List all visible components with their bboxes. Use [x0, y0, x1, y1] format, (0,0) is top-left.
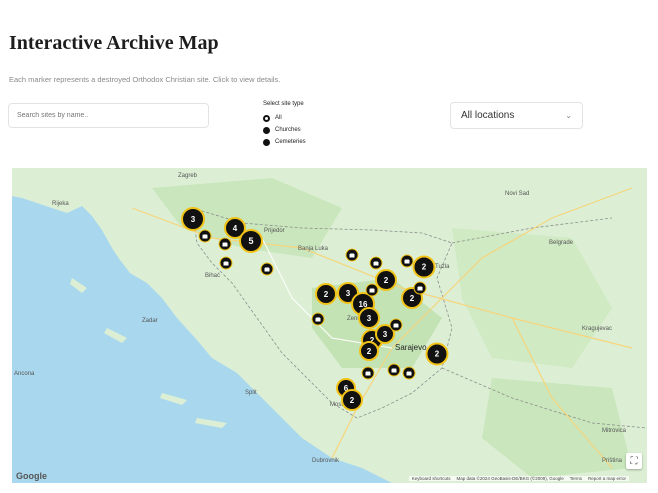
map-data-credit: Map data ©2024 GeoBasis-DE/BKG (©2009), …: [456, 476, 564, 481]
marker-cluster[interactable]: 2: [315, 283, 337, 305]
site-type-label: Select site type: [263, 101, 304, 107]
marker-cluster[interactable]: 2: [359, 341, 379, 361]
search-input[interactable]: [8, 103, 209, 128]
map-canvas[interactable]: Sarajevo Banja Luka Tuzla Zenica Mostar …: [12, 168, 647, 483]
church-icon: [369, 288, 375, 292]
site-marker[interactable]: [260, 262, 274, 276]
city-label: Zadar: [142, 318, 158, 324]
radio-cemeteries-button[interactable]: [263, 138, 270, 146]
radio-churches-label: Churches: [275, 127, 301, 133]
church-icon: [404, 259, 410, 263]
city-label: Split: [245, 390, 257, 396]
radio-churches-button[interactable]: [263, 126, 270, 134]
terms-link[interactable]: Terms: [570, 476, 582, 481]
church-icon: [264, 267, 270, 271]
chevron-down-icon: ⌄: [565, 111, 572, 120]
church-icon: [222, 242, 228, 246]
church-icon: [349, 253, 355, 257]
site-marker[interactable]: [365, 283, 379, 297]
location-select-value: All locations: [461, 110, 515, 121]
location-select[interactable]: All locations ⌄: [450, 102, 583, 129]
radio-all-label: All: [275, 115, 282, 121]
page-title: Interactive Archive Map: [9, 32, 219, 54]
marker-cluster[interactable]: 3: [181, 207, 205, 231]
church-icon: [417, 286, 423, 290]
radio-cemeteries-label: Cemeteries: [275, 139, 306, 145]
city-label: Prijedor: [264, 228, 285, 234]
city-label: Ancona: [14, 371, 35, 377]
map-base: [12, 168, 647, 483]
city-label: Dubrovnik: [312, 458, 340, 464]
map-attribution: Keyboard shortcuts Map data ©2024 GeoBas…: [408, 476, 629, 481]
radio-churches[interactable]: Churches: [263, 124, 306, 136]
site-marker[interactable]: [345, 248, 359, 262]
church-icon: [391, 368, 397, 372]
church-icon: [223, 261, 229, 265]
site-marker[interactable]: [369, 256, 383, 270]
site-marker[interactable]: [219, 256, 233, 270]
city-label: Priština: [602, 458, 623, 464]
site-marker[interactable]: [402, 366, 416, 380]
site-marker[interactable]: [389, 318, 403, 332]
church-icon: [315, 317, 321, 321]
site-marker[interactable]: [218, 237, 232, 251]
city-label: Bihać: [205, 273, 221, 279]
city-label: Sarajevo: [395, 343, 427, 352]
city-label: Zagreb: [178, 173, 198, 179]
church-icon: [202, 234, 208, 238]
church-icon: [373, 261, 379, 265]
google-logo: Google: [16, 471, 47, 481]
city-label: Novi Sad: [505, 191, 530, 197]
report-error-link[interactable]: Report a map error: [588, 476, 626, 481]
marker-cluster[interactable]: 2: [412, 255, 436, 279]
site-marker[interactable]: [361, 366, 375, 380]
church-icon: [406, 371, 412, 375]
radio-cemeteries[interactable]: Cemeteries: [263, 136, 306, 148]
site-marker[interactable]: [413, 281, 427, 295]
fullscreen-icon[interactable]: ⛶: [626, 453, 642, 469]
site-type-filter: Select site type All Churches Cemeteries: [263, 101, 306, 148]
marker-cluster[interactable]: 5: [239, 229, 263, 253]
site-marker[interactable]: [387, 363, 401, 377]
city-label: Mitrovica: [602, 428, 627, 434]
marker-cluster[interactable]: 2: [341, 389, 363, 411]
site-marker[interactable]: [198, 229, 212, 243]
keyboard-shortcuts-link[interactable]: Keyboard shortcuts: [412, 476, 451, 481]
site-marker[interactable]: [400, 254, 414, 268]
church-icon: [393, 323, 399, 327]
marker-cluster[interactable]: 3: [358, 307, 380, 329]
radio-all[interactable]: All: [263, 112, 306, 124]
page-subtitle: Each marker represents a destroyed Ortho…: [9, 75, 281, 84]
church-icon: [365, 371, 371, 375]
city-label: Rijeka: [52, 201, 69, 207]
city-label: Belgrade: [549, 240, 574, 246]
radio-all-button[interactable]: [263, 114, 270, 122]
site-marker[interactable]: [311, 312, 325, 326]
city-label: Tuzla: [435, 264, 450, 270]
marker-cluster[interactable]: 2: [425, 342, 449, 366]
city-label: Banja Luka: [298, 246, 329, 252]
city-label: Kragujevac: [582, 326, 613, 332]
